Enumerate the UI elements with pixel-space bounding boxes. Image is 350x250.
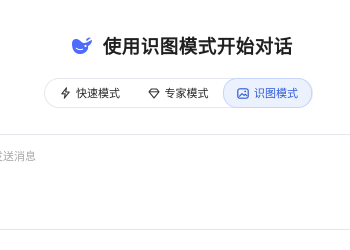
mode-image-button[interactable]: 识图模式	[223, 78, 312, 108]
mode-fast-button[interactable]: 快速模式	[49, 79, 131, 107]
diamond-icon	[147, 87, 160, 99]
page-heading: 使用识图模式开始对话	[0, 30, 350, 62]
mode-fast-label: 快速模式	[76, 87, 120, 100]
image-icon	[237, 87, 249, 99]
mode-switch: 快速模式 专家模式 识图模式	[44, 78, 313, 108]
deepseek-whale-icon	[69, 35, 95, 57]
mode-image-label: 识图模式	[254, 87, 298, 100]
lightning-icon	[60, 87, 71, 99]
page-title: 使用识图模式开始对话	[102, 37, 293, 58]
mode-expert-button[interactable]: 专家模式	[137, 79, 219, 107]
mode-expert-label: 专家模式	[164, 87, 209, 100]
page: 使用识图模式开始对话 快速模式 专家模式 识图模式 发送消息	[0, 0, 350, 250]
message-input[interactable]	[0, 146, 300, 166]
